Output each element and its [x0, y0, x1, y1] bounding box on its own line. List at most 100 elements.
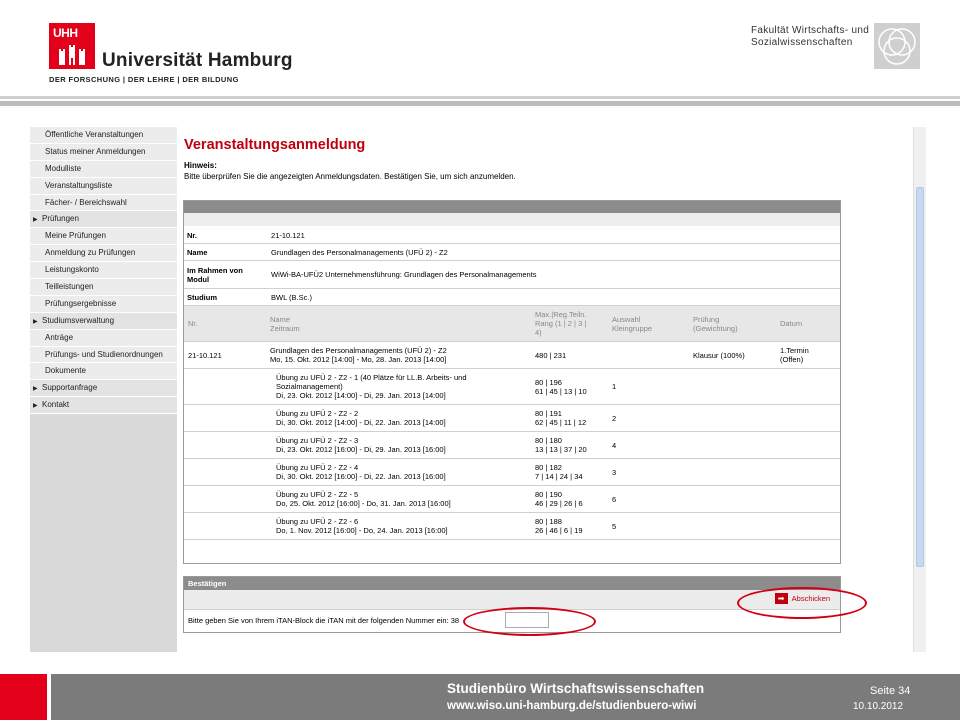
- sidebar-item[interactable]: ▶ Studiumsverwaltung: [30, 312, 177, 330]
- info-label: Studium: [187, 292, 217, 302]
- info-label: Im Rahmen von Modul: [187, 265, 243, 284]
- group-datum: [776, 459, 840, 485]
- itan-number: 38: [450, 616, 460, 625]
- column-header-pr-line: Prüfung: [693, 315, 720, 324]
- vertical-scrollbar[interactable]: [913, 127, 926, 652]
- sidebar-item[interactable]: Modulliste: [30, 160, 177, 178]
- group-name: Übung zu UFÜ 2 - Z2 - 3 Di, 23. Okt. 2012…: [266, 432, 531, 458]
- course-datum: 1.Termin (Offen): [776, 342, 840, 368]
- column-header-kleingruppe: Auswahl Kleingruppe: [608, 306, 689, 341]
- column-header-max-line: Max.|Reg.Teiln.: [535, 310, 587, 319]
- header-divider: [0, 96, 960, 106]
- sidebar-item[interactable]: Status meiner Anmeldungen: [30, 143, 177, 161]
- group-choice[interactable]: 5: [608, 513, 689, 539]
- group-choice[interactable]: 1: [608, 369, 689, 404]
- footer-office-name: Studienbüro Wirtschaftswissenschaften: [447, 681, 705, 696]
- sidebar-item[interactable]: Anmeldung zu Prüfungen: [30, 245, 177, 263]
- column-header-datum: Datum: [780, 319, 803, 328]
- group-name-line: Übung zu UFÜ 2 - Z2 - 3: [276, 436, 359, 445]
- sidebar-item[interactable]: Dokumente: [30, 363, 177, 381]
- column-header-nr: Nr.: [188, 319, 198, 328]
- sidebar-item[interactable]: Leistungskonto: [30, 262, 177, 280]
- group-datum: [776, 513, 840, 539]
- group-max-line: 26 | 46 | 6 | 19: [535, 526, 583, 535]
- faculty-logo-icon: [874, 23, 920, 69]
- group-choice[interactable]: 2: [608, 405, 689, 431]
- group-nr: [184, 486, 266, 512]
- sidebar-item[interactable]: Meine Prüfungen: [30, 228, 177, 246]
- sidebar-item-label: Fächer- / Bereichswahl: [45, 197, 127, 207]
- chevron-right-icon: ▶: [33, 217, 38, 224]
- faculty-line-2: Sozialwissenschaften: [751, 37, 853, 48]
- column-header-kl-line: Auswahl: [612, 315, 641, 324]
- group-max-line: 46 | 29 | 26 | 6: [535, 499, 583, 508]
- sidebar-item-label: Prüfungsergebnisse: [45, 298, 117, 308]
- sidebar-item-label: Veranstaltungsliste: [45, 180, 113, 190]
- sidebar-item[interactable]: Öffentliche Veranstaltungen: [30, 127, 177, 144]
- info-value: Grundlagen des Personalmanagements (UFÜ …: [271, 247, 448, 257]
- info-value: 21-10.121: [271, 230, 305, 240]
- group-name-line: Übung zu UFÜ 2 - Z2 - 1 (40 Plätze für L…: [276, 373, 467, 382]
- group-row: Übung zu UFÜ 2 - Z2 - 5 Do, 25. Okt. 2012…: [184, 486, 840, 513]
- sidebar-item-label: Teilleistungen: [45, 282, 94, 292]
- sidebar-item[interactable]: ▶ Supportanfrage: [30, 380, 177, 398]
- group-name-line: Do, 25. Okt. 2012 [16:00] - Do, 31. Jan.…: [276, 499, 451, 508]
- column-header-max-line: Rang (1 | 2 | 3 |: [535, 319, 587, 328]
- sidebar-item-label: Modulliste: [45, 163, 82, 173]
- course-pruefung: Klausur (100%): [693, 350, 745, 360]
- footer-url: www.wiso.uni-hamburg.de/studienbuero-wiw…: [447, 700, 697, 712]
- page-title: Veranstaltungsanmeldung: [184, 137, 366, 153]
- info-row-modul: Im Rahmen von Modul WiWi-BA-UFÜ2 Unterne…: [184, 261, 840, 289]
- group-max-line: 80 | 191: [535, 409, 562, 418]
- sidebar-item[interactable]: Veranstaltungsliste: [30, 177, 177, 195]
- info-value: BWL (B.Sc.): [271, 292, 312, 302]
- course-datum-line: 1.Termin: [780, 346, 809, 355]
- group-max-line: 13 | 13 | 37 | 20: [535, 445, 587, 454]
- course-nr: 21-10.121: [188, 350, 222, 360]
- column-header-pruefung: Prüfung (Gewichtung): [689, 306, 776, 341]
- group-choice[interactable]: 4: [608, 432, 689, 458]
- group-row: Übung zu UFÜ 2 - Z2 - 1 (40 Plätze für L…: [184, 369, 840, 405]
- sidebar-item[interactable]: Teilleistungen: [30, 279, 177, 296]
- group-max-line: 80 | 188: [535, 517, 562, 526]
- sidebar-item[interactable]: Fächer- / Bereichswahl: [30, 194, 177, 212]
- group-name-line: Übung zu UFÜ 2 - Z2 - 6: [276, 517, 359, 526]
- group-name-line: Übung zu UFÜ 2 - Z2 - 4: [276, 463, 359, 472]
- info-row-studium: Studium BWL (B.Sc.): [184, 289, 840, 306]
- sidebar-item-label: Dokumente: [45, 366, 86, 376]
- course-row: 21-10.121 Grundlagen des Personalmanagem…: [184, 342, 840, 369]
- sidebar-item[interactable]: ▶ Prüfungen: [30, 211, 177, 229]
- info-value: WiWi-BA-UFÜ2 Unternehmensführung: Grundl…: [271, 270, 537, 279]
- sidebar-item[interactable]: Prüfungs- und Studienordnungen: [30, 346, 177, 364]
- group-choice[interactable]: 3: [608, 459, 689, 485]
- group-max-line: 80 | 190: [535, 490, 562, 499]
- sidebar-item-label: Leistungskonto: [45, 265, 99, 275]
- group-name-line: Übung zu UFÜ 2 - Z2 - 5: [276, 490, 359, 499]
- chevron-right-icon: ▶: [33, 318, 38, 325]
- info-label: Name: [187, 247, 208, 257]
- chevron-right-icon: ▶: [33, 386, 38, 393]
- group-name-line: Übung zu UFÜ 2 - Z2 - 2: [276, 409, 359, 418]
- table-footer-space: [184, 540, 840, 563]
- course-name-line: Grundlagen des Personalmanagements (UFÜ …: [270, 346, 447, 355]
- group-pruefung: [689, 405, 776, 431]
- group-list: Übung zu UFÜ 2 - Z2 - 1 (40 Plätze für L…: [184, 369, 840, 540]
- column-header-kl-line: Kleingruppe: [612, 324, 653, 333]
- sidebar-item-label: Kontakt: [42, 400, 70, 410]
- group-pruefung: [689, 432, 776, 458]
- sidebar-item[interactable]: Anträge: [30, 329, 177, 347]
- group-choice[interactable]: 6: [608, 486, 689, 512]
- sidebar-item[interactable]: Prüfungsergebnisse: [30, 295, 177, 313]
- sidebar-item-label: Öffentliche Veranstaltungen: [45, 130, 144, 139]
- group-pruefung: [689, 369, 776, 404]
- sidebar-item-label: Meine Prüfungen: [45, 231, 106, 241]
- annotation-ellipse-itan: [463, 607, 596, 636]
- scrollbar-thumb[interactable]: [916, 187, 924, 567]
- table-spacer: [184, 213, 840, 227]
- course-kleingruppe: [608, 342, 689, 368]
- faculty-line-1: Fakultät Wirtschafts- und: [751, 25, 870, 36]
- itan-label-text: Bitte geben Sie von Ihrem iTAN-Block die…: [188, 616, 449, 625]
- footer-page-number: Seite 34: [870, 685, 911, 697]
- group-datum: [776, 486, 840, 512]
- sidebar-item[interactable]: ▶ Kontakt: [30, 397, 177, 415]
